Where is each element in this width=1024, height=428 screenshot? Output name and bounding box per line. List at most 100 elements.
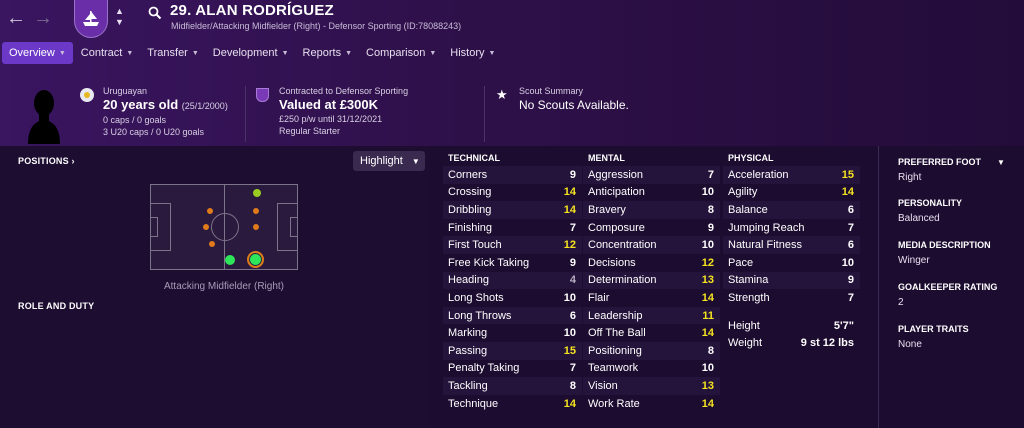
- info-sidebar: PREFERRED FOOT Right ▼ PERSONALITY Balan…: [878, 146, 1024, 428]
- attribute-value: 8: [707, 344, 714, 357]
- chevron-down-icon[interactable]: ▼: [115, 18, 124, 27]
- attribute-row[interactable]: Teamwork 10: [583, 360, 720, 378]
- personal-info: Uruguayan 20 years old (25/1/2000) 0 cap…: [103, 85, 228, 138]
- attribute-row[interactable]: Passing 15: [443, 341, 582, 360]
- attribute-row[interactable]: Stamina 9: [723, 271, 860, 290]
- tab-reports[interactable]: Reports ▼: [297, 42, 358, 64]
- attribute-row[interactable]: First Touch 12: [443, 236, 582, 254]
- attribute-row[interactable]: Anticipation 10: [583, 184, 720, 202]
- player-avatar: [26, 86, 62, 144]
- positions-header[interactable]: POSITIONS ›: [18, 156, 75, 166]
- attribute-row[interactable]: Bravery 8: [583, 201, 720, 219]
- tab-comparison[interactable]: Comparison ▼: [360, 42, 442, 64]
- attribute-value: 10: [563, 327, 576, 340]
- attribute-value: 15: [563, 344, 576, 357]
- attribute-value: 13: [701, 274, 714, 287]
- back-arrow-icon[interactable]: ←: [6, 8, 26, 28]
- forward-arrow-icon[interactable]: →: [33, 8, 53, 28]
- attribute-value: 6: [847, 203, 854, 216]
- attribute-name: Crossing: [448, 186, 492, 199]
- attribute-value: 10: [563, 291, 576, 304]
- attribute-row[interactable]: Strength 7: [723, 289, 860, 307]
- chevron-up-icon[interactable]: ▲: [115, 7, 124, 16]
- attribute-name: Determination: [588, 274, 657, 287]
- attribute-row[interactable]: Flair 14: [583, 289, 720, 307]
- attribute-row[interactable]: Vision 13: [583, 377, 720, 395]
- attribute-row[interactable]: Heading 4: [443, 271, 582, 290]
- squad-status: Regular Starter: [279, 126, 341, 136]
- attribute-name: Free Kick Taking: [448, 256, 530, 269]
- position-pitch: [150, 184, 298, 270]
- attribute-row[interactable]: Finishing 7: [443, 219, 582, 237]
- attribute-row[interactable]: Corners 9: [443, 166, 582, 184]
- contract-info: Contracted to Defensor Sporting Valued a…: [279, 85, 408, 137]
- attribute-value: 10: [841, 256, 854, 269]
- divider: [484, 86, 485, 142]
- attribute-name: Leadership: [588, 309, 643, 322]
- position-dot-unconvincing: [203, 224, 209, 230]
- attribute-value: 10: [701, 186, 714, 199]
- search-icon[interactable]: [148, 6, 162, 23]
- attribute-row[interactable]: Long Shots 10: [443, 289, 582, 307]
- tab-transfer[interactable]: Transfer ▼: [141, 42, 204, 64]
- attribute-row[interactable]: Determination 13: [583, 271, 720, 290]
- attribute-row[interactable]: Marking 10: [443, 324, 582, 342]
- attribute-row[interactable]: Positioning 8: [583, 341, 720, 360]
- chevron-right-icon: ›: [71, 156, 75, 166]
- attribute-row[interactable]: Composure 9: [583, 219, 720, 237]
- attribute-name: First Touch: [448, 239, 502, 252]
- position-dot-unconvincing: [209, 241, 215, 247]
- mental-header: MENTAL: [588, 153, 625, 163]
- attribute-row[interactable]: Decisions 12: [583, 254, 720, 272]
- attribute-row[interactable]: Acceleration 15: [723, 166, 860, 184]
- attribute-name: Teamwork: [588, 362, 639, 375]
- attribute-row[interactable]: Tackling 8: [443, 377, 582, 395]
- tab-label: Development: [212, 47, 278, 59]
- player-switcher[interactable]: ▲ ▼: [115, 7, 124, 27]
- attribute-name: Positioning: [588, 344, 642, 357]
- attribute-value: 7: [707, 168, 714, 181]
- attribute-row[interactable]: Aggression 7: [583, 166, 720, 184]
- player-traits-label: PLAYER TRAITS: [898, 324, 969, 334]
- attribute-row[interactable]: Leadership 11: [583, 306, 720, 325]
- tab-overview[interactable]: Overview ▼: [2, 42, 73, 64]
- attribute-row[interactable]: Concentration 10: [583, 236, 720, 254]
- attribute-row[interactable]: Free Kick Taking 9: [443, 254, 582, 272]
- attribute-row[interactable]: Off The Ball 14: [583, 324, 720, 342]
- attribute-row[interactable]: Agility 14: [723, 184, 860, 202]
- attribute-name: Flair: [588, 291, 610, 304]
- personality-label: PERSONALITY: [898, 198, 963, 208]
- attribute-row[interactable]: Balance 6: [723, 201, 860, 219]
- attribute-row[interactable]: Work Rate 14: [583, 395, 720, 413]
- tab-history[interactable]: History ▼: [444, 42, 501, 64]
- attribute-value: 9: [569, 256, 576, 269]
- attribute-row[interactable]: Pace 10: [723, 254, 860, 272]
- scout-info: Scout Summary No Scouts Available.: [519, 85, 629, 113]
- tab-development[interactable]: Development ▼: [207, 42, 295, 64]
- attribute-row[interactable]: Jumping Reach 7: [723, 219, 860, 237]
- technical-attributes: TECHNICAL Corners 9 Crossing 14 Dribbling 14 F…: [443, 153, 582, 412]
- attribute-name: Heading: [448, 274, 489, 287]
- media-description: MEDIA DESCRIPTION Winger: [898, 239, 991, 266]
- attribute-name: Balance: [728, 203, 768, 216]
- club-crest-icon[interactable]: [74, 0, 108, 38]
- tab-contract[interactable]: Contract ▼: [75, 42, 140, 64]
- chevron-down-icon: ▼: [429, 49, 437, 57]
- age-value: 20 years old: [103, 97, 179, 112]
- attribute-row[interactable]: Dribbling 14: [443, 201, 582, 219]
- attribute-value: 14: [701, 291, 714, 304]
- attribute-value: 10: [701, 239, 714, 252]
- highlight-dropdown[interactable]: Highlight ▼: [353, 151, 425, 171]
- attribute-row[interactable]: Long Throws 6: [443, 306, 582, 325]
- attribute-value: 7: [569, 362, 576, 375]
- weight-value: 9 st 12 lbs: [800, 337, 854, 350]
- attribute-name: Agility: [728, 186, 758, 199]
- position-dot-natural: [225, 255, 235, 265]
- chevron-down-icon[interactable]: ▼: [997, 158, 1005, 167]
- attribute-name: Composure: [588, 221, 645, 234]
- attribute-row[interactable]: Technique 14: [443, 395, 582, 413]
- attribute-row[interactable]: Penalty Taking 7: [443, 360, 582, 378]
- contract-label[interactable]: Contracted to Defensor Sporting: [279, 85, 408, 97]
- attribute-row[interactable]: Natural Fitness 6: [723, 236, 860, 254]
- attribute-row[interactable]: Crossing 14: [443, 184, 582, 202]
